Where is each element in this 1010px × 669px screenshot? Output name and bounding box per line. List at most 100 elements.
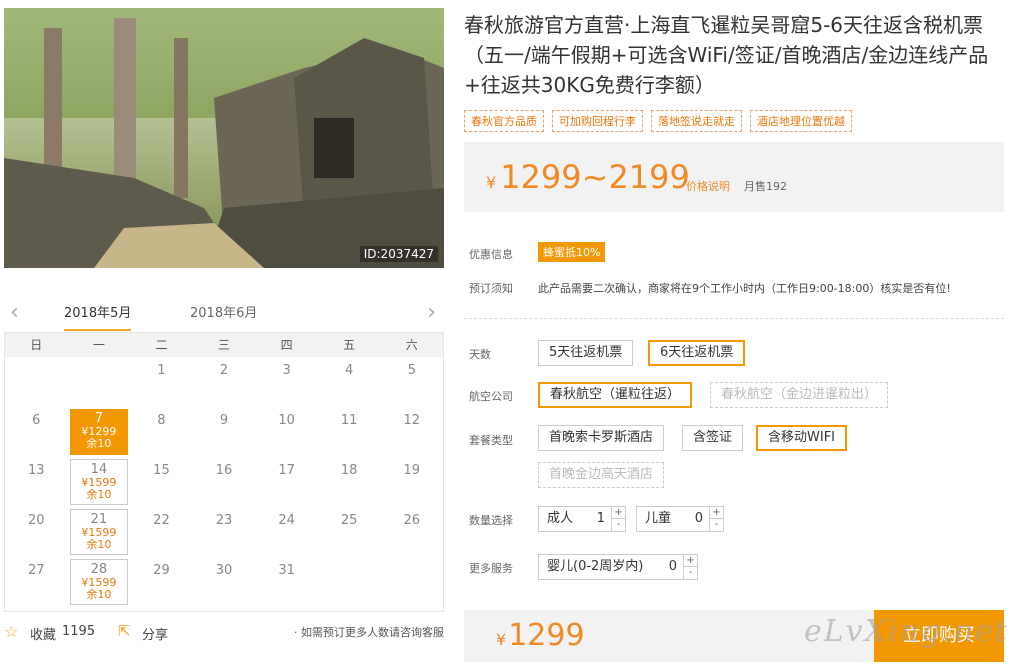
calendar-day: 19	[380, 457, 443, 507]
day-number: 14	[90, 462, 108, 477]
child-count: 0	[694, 511, 703, 526]
calendar-grid: 日 一 二 三 四 五 六 1234567 ¥1299 余10 8 9 10 11 12 1…	[4, 332, 444, 612]
chevron-right-icon[interactable]: ›	[427, 300, 436, 325]
calendar-day[interactable]: 7 ¥1299 余10	[68, 407, 131, 457]
option-wifi[interactable]: 含移动WIFI	[756, 425, 847, 451]
calendar-day: 3	[255, 357, 318, 407]
adult-stepper[interactable]: 成人 1 + -	[538, 506, 626, 532]
weekday: 六	[405, 338, 418, 352]
calendar-day: 11	[318, 407, 381, 457]
day-number: 29	[153, 563, 170, 578]
currency-symbol: ¥	[486, 173, 497, 192]
favorite-label[interactable]: 收藏	[30, 624, 56, 643]
option-airline-phnompenh[interactable]: 春秋航空（金边进暹粒出）	[710, 382, 889, 408]
day-number: 6	[32, 413, 41, 428]
minus-button[interactable]: -	[710, 519, 723, 531]
day-number: 16	[215, 463, 233, 478]
calendar-nav: ‹ 2018年5月 2018年6月 ›	[4, 296, 444, 332]
calendar-day: 10	[255, 407, 318, 457]
calendar-day: 9	[193, 407, 256, 457]
calendar-day-box[interactable]: 7 ¥1299 余10	[69, 409, 129, 455]
adult-label: 成人	[547, 511, 574, 526]
infant-stepper[interactable]: 婴儿(0-2周岁内) 0 + -	[538, 554, 698, 580]
tag: 落地签说走就走	[651, 110, 742, 132]
calendar-day: 20	[5, 507, 68, 557]
child-stepper[interactable]: 儿童 0 + -	[636, 506, 724, 532]
calendar-day: 1	[130, 357, 193, 407]
option-5-days[interactable]: 5天往返机票	[538, 340, 634, 366]
weekday: 五	[343, 338, 356, 352]
calendar-day: 15	[130, 457, 193, 507]
day-number: 28	[90, 562, 108, 577]
day-number: 30	[215, 563, 233, 578]
calendar-day-box[interactable]: 28 ¥1599 余10	[69, 559, 129, 605]
calendar-week-row: 27 28 ¥1599 余10 29 30 31	[5, 557, 443, 607]
calendar-week-row: 20 21 ¥1599 余10 22 23 24 25 26	[5, 507, 443, 557]
tab-may[interactable]: 2018年5月	[64, 302, 132, 331]
option-phnompenh-hotel[interactable]: 首晚金边高天酒店	[538, 462, 665, 488]
calendar-day-box[interactable]: 14 ¥1599 余10	[69, 459, 129, 505]
day-stock: 余10	[86, 588, 112, 601]
option-airline-siemreap[interactable]: 春秋航空（暹粒往返）	[538, 382, 693, 408]
monthly-sales: 月售192	[744, 180, 787, 193]
calendar-day-box[interactable]: 21 ¥1599 余10	[69, 509, 129, 555]
currency-symbol: ¥	[496, 630, 507, 649]
chevron-left-icon[interactable]: ‹	[10, 300, 19, 325]
day-number: 26	[403, 513, 421, 528]
share-icon[interactable]: ⇱	[118, 622, 131, 640]
calendar-day: 30	[193, 557, 256, 607]
favorite-count: 1195	[62, 624, 96, 639]
day-number: 22	[153, 513, 170, 528]
calendar-day[interactable]: 28 ¥1599 余10	[68, 557, 131, 607]
calendar-day: 5	[380, 357, 443, 407]
price-range-value: 1299~2199	[500, 158, 690, 196]
calendar-day[interactable]: 14 ¥1599 余10	[68, 457, 131, 507]
day-number: 27	[28, 563, 45, 578]
tab-june[interactable]: 2018年6月	[190, 302, 257, 321]
day-number: 15	[153, 463, 170, 478]
day-number: 3	[282, 363, 291, 378]
day-number: 7	[94, 411, 103, 426]
calendar-day: 18	[318, 457, 381, 507]
photo-id-label: ID:2037427	[359, 246, 438, 262]
calendar-day: 25	[318, 507, 381, 557]
calendar-day	[68, 357, 131, 407]
calendar-week-row: 13 14 ¥1599 余10 15 16 17 18 19	[5, 457, 443, 507]
calendar-day: 12	[380, 407, 443, 457]
watermark: eLvXing.net	[804, 614, 1009, 649]
weekday: 日	[30, 338, 43, 352]
qty-label: 数量选择	[469, 514, 513, 527]
calendar-week-row: 1 2 3 4 5	[5, 357, 443, 407]
calendar-day	[5, 357, 68, 407]
day-number: 24	[278, 513, 295, 528]
option-visa[interactable]: 含签证	[682, 425, 744, 451]
plus-button[interactable]: +	[710, 507, 723, 519]
minus-button[interactable]: -	[684, 567, 697, 579]
day-number: 21	[90, 512, 108, 527]
calendar-day[interactable]: 21 ¥1599 余10	[68, 507, 131, 557]
tag: 春秋官方品质	[464, 110, 544, 132]
day-number: 13	[28, 463, 45, 478]
day-stock: 余10	[86, 538, 112, 551]
option-sokha-hotel[interactable]: 首晚索卡罗斯酒店	[538, 425, 665, 451]
adult-count: 1	[596, 511, 605, 526]
day-number: 20	[28, 513, 45, 528]
day-number: 18	[340, 463, 358, 478]
share-label[interactable]: 分享	[142, 624, 168, 643]
day-number: 10	[278, 413, 295, 428]
product-photo: ID:2037427	[4, 8, 444, 268]
product-tags: 春秋官方品质 可加购回程行李 落地签说走就走 酒店地理位置优越	[464, 110, 852, 132]
calendar-day: 26	[380, 507, 443, 557]
price-note-link[interactable]: 价格说明	[686, 178, 730, 194]
plus-button[interactable]: +	[684, 555, 697, 567]
total-price-value: 1299	[508, 618, 585, 653]
weekday: 一	[92, 338, 105, 352]
option-6-days[interactable]: 6天往返机票	[648, 340, 746, 366]
minus-button[interactable]: -	[612, 519, 625, 531]
calendar-day: 22	[130, 507, 193, 557]
calendar-weekdays: 日 一 二 三 四 五 六	[5, 333, 443, 357]
star-icon[interactable]: ☆	[4, 622, 18, 641]
day-stock: 余10	[86, 488, 112, 501]
plus-button[interactable]: +	[612, 507, 625, 519]
calendar-day: 16	[193, 457, 256, 507]
